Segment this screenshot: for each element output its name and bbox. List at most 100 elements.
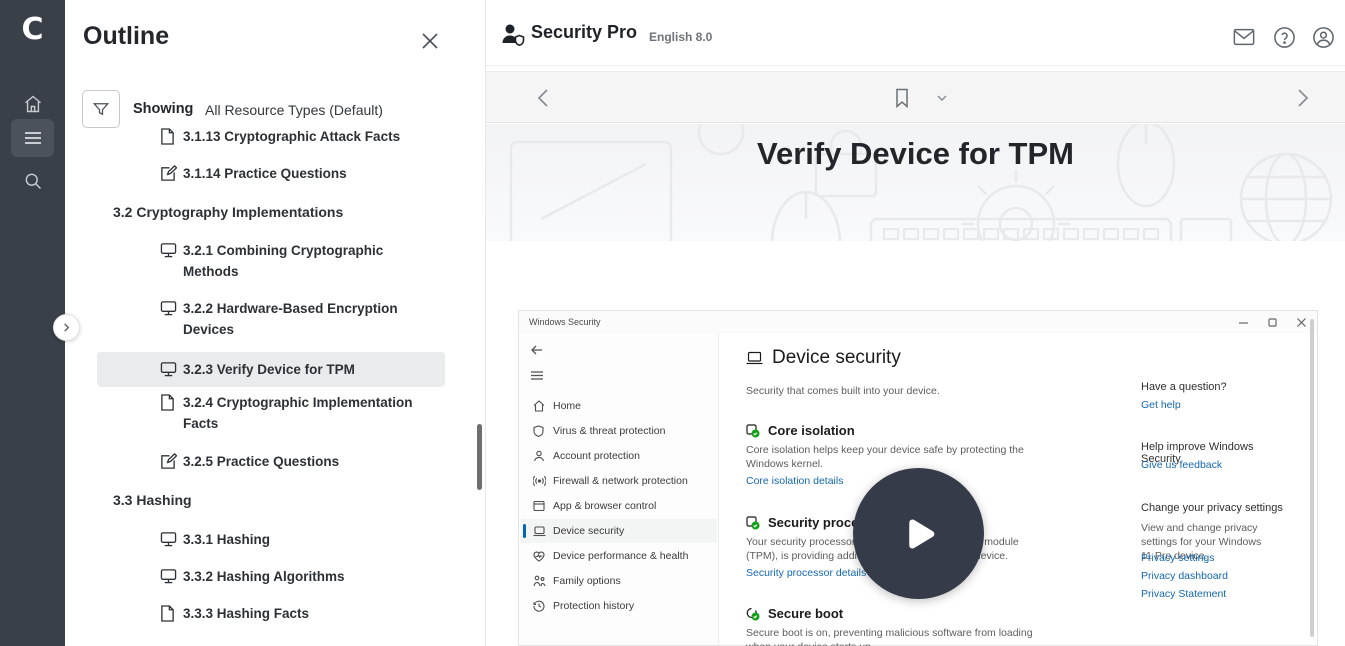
ws-sidebar-item-account[interactable]: Account protection xyxy=(521,444,717,468)
previous-lesson-icon[interactable] xyxy=(530,85,556,111)
ws-sidebar-item-device-security[interactable]: Device security xyxy=(521,519,717,543)
secure-boot-status-icon xyxy=(746,607,760,621)
play-icon xyxy=(893,508,945,560)
pencil-icon xyxy=(160,165,183,182)
collapse-outline-button[interactable] xyxy=(53,314,80,341)
document-icon xyxy=(160,394,183,411)
mail-icon[interactable] xyxy=(1231,24,1257,50)
ws-back-icon[interactable] xyxy=(531,345,543,355)
outline-item-current[interactable]: 3.2.3 Verify Device for TPM xyxy=(97,352,445,387)
security-processor-details-link[interactable]: Security processor details xyxy=(746,567,866,579)
outline-item[interactable]: 3.1.13 Cryptographic Attack Facts xyxy=(65,126,445,147)
document-icon xyxy=(160,605,183,622)
app-window-icon xyxy=(533,500,547,512)
ws-sidebar-item-app-browser[interactable]: App & browser control xyxy=(521,494,717,518)
ws-page-heading: Device security xyxy=(746,347,901,369)
ws-sidebar-item-history[interactable]: Protection history xyxy=(521,594,717,618)
ws-section-core-isolation: Core isolation xyxy=(746,423,855,438)
filter-button[interactable] xyxy=(82,90,120,128)
outline-section-header[interactable]: 3.3 Hashing xyxy=(65,490,445,511)
person-icon xyxy=(533,450,547,462)
main-area: Security Pro English 8.0 xyxy=(486,0,1345,646)
lesson-banner: Verify Device for TPM xyxy=(486,124,1345,241)
search-icon[interactable] xyxy=(11,162,54,200)
outline-item[interactable]: 3.3.1 Hashing xyxy=(65,529,445,550)
home-icon[interactable] xyxy=(11,85,54,123)
close-outline-icon[interactable] xyxy=(417,28,443,54)
outline-item[interactable]: 3.3.3 Hashing Facts xyxy=(65,603,445,624)
outline-list: 3.1.13 Cryptographic Attack Facts 3.1.14… xyxy=(65,126,485,646)
app-window: C Outline xyxy=(0,0,1345,646)
document-icon xyxy=(160,128,183,145)
bookmark-icon[interactable] xyxy=(889,85,915,111)
lesson-nav-bar xyxy=(486,71,1345,123)
maximize-icon[interactable] xyxy=(1264,315,1280,329)
resource-filter-value[interactable]: All Resource Types (Default) xyxy=(205,102,383,118)
monitor-icon xyxy=(160,361,183,377)
ws-sidebar-item-virus[interactable]: Virus & threat protection xyxy=(521,419,717,443)
ws-sidebar: Home Virus & threat protection Account p… xyxy=(519,333,719,645)
monitor-icon xyxy=(160,242,183,258)
give-feedback-link[interactable]: Give us feedback xyxy=(1141,459,1222,471)
outline-item[interactable]: 3.2.2 Hardware-Based Encryption Devices xyxy=(65,298,445,340)
outline-panel: Outline Showing All Resource Types (Defa… xyxy=(65,0,486,646)
ws-page-subheading: Security that comes built into your devi… xyxy=(746,385,940,397)
ws-sidebar-item-family[interactable]: Family options xyxy=(521,569,717,593)
help-icon[interactable] xyxy=(1271,24,1297,50)
ws-scrollbar[interactable] xyxy=(1310,319,1314,637)
ws-section-description: Core isolation helps keep your device sa… xyxy=(746,443,1038,471)
showing-label: Showing xyxy=(133,101,193,117)
shield-icon xyxy=(533,425,547,437)
family-icon xyxy=(533,575,547,587)
play-button[interactable] xyxy=(853,468,984,599)
ws-section-description: Secure boot is on, preventing malicious … xyxy=(746,626,1038,646)
core-isolation-status-icon xyxy=(746,424,760,438)
monitor-icon xyxy=(160,568,183,584)
outline-item[interactable]: 3.3.2 Hashing Algorithms xyxy=(65,566,445,587)
lesson-title: Verify Device for TPM xyxy=(486,136,1345,172)
ws-title-bar: Windows Security xyxy=(519,311,1317,333)
course-shield-person-icon xyxy=(500,22,526,46)
privacy-dashboard-link[interactable]: Privacy dashboard xyxy=(1141,570,1228,582)
monitor-icon xyxy=(160,300,183,316)
outline-item[interactable]: 3.2.4 Cryptographic Implementation Facts xyxy=(65,392,445,434)
get-help-link[interactable]: Get help xyxy=(1141,399,1181,411)
aside-heading: Change your privacy settings xyxy=(1141,502,1283,514)
course-subtitle: English 8.0 xyxy=(649,30,712,44)
ws-sidebar-item-performance[interactable]: Device performance & health xyxy=(521,544,717,568)
monitor-icon xyxy=(160,531,183,547)
outline-title: Outline xyxy=(83,22,169,51)
outline-item[interactable]: 3.1.14 Practice Questions xyxy=(65,163,445,184)
next-lesson-icon[interactable] xyxy=(1290,85,1316,111)
history-clock-icon xyxy=(533,600,547,612)
ws-sidebar-item-home[interactable]: Home xyxy=(521,394,717,418)
bookmark-menu-chevron-icon[interactable] xyxy=(929,85,955,111)
pencil-icon xyxy=(160,453,183,470)
outline-menu-icon[interactable] xyxy=(11,119,54,157)
core-isolation-details-link[interactable]: Core isolation details xyxy=(746,475,843,487)
network-antenna-icon xyxy=(533,475,547,487)
ws-menu-icon[interactable] xyxy=(531,371,543,380)
home-icon xyxy=(533,400,547,412)
aside-heading: Have a question? xyxy=(1141,381,1227,393)
minimize-icon[interactable] xyxy=(1235,315,1251,329)
ws-sidebar-item-firewall[interactable]: Firewall & network protection xyxy=(521,469,717,493)
brand-logo[interactable]: C xyxy=(0,12,65,47)
security-processor-status-icon xyxy=(746,516,760,530)
health-heart-icon xyxy=(533,551,547,562)
ws-section-secure-boot: Secure boot xyxy=(746,606,843,621)
laptop-icon xyxy=(746,351,763,365)
ws-aside: Have a question? Get help Help improve W… xyxy=(1141,333,1291,645)
privacy-settings-link[interactable]: Privacy settings xyxy=(1141,552,1215,564)
course-title: Security Pro xyxy=(531,22,637,43)
outline-scrollbar[interactable] xyxy=(477,424,482,490)
close-icon[interactable] xyxy=(1293,315,1309,329)
course-header: Security Pro English 8.0 xyxy=(486,0,1345,66)
laptop-icon xyxy=(533,526,547,537)
account-icon[interactable] xyxy=(1310,24,1336,50)
outline-item[interactable]: 3.2.5 Practice Questions xyxy=(65,451,445,472)
outline-section-header[interactable]: 3.2 Cryptography Implementations xyxy=(65,202,445,223)
outline-item[interactable]: 3.2.1 Combining Cryptographic Methods xyxy=(65,240,445,282)
privacy-statement-link[interactable]: Privacy Statement xyxy=(1141,588,1226,600)
ws-window-title: Windows Security xyxy=(529,317,601,327)
